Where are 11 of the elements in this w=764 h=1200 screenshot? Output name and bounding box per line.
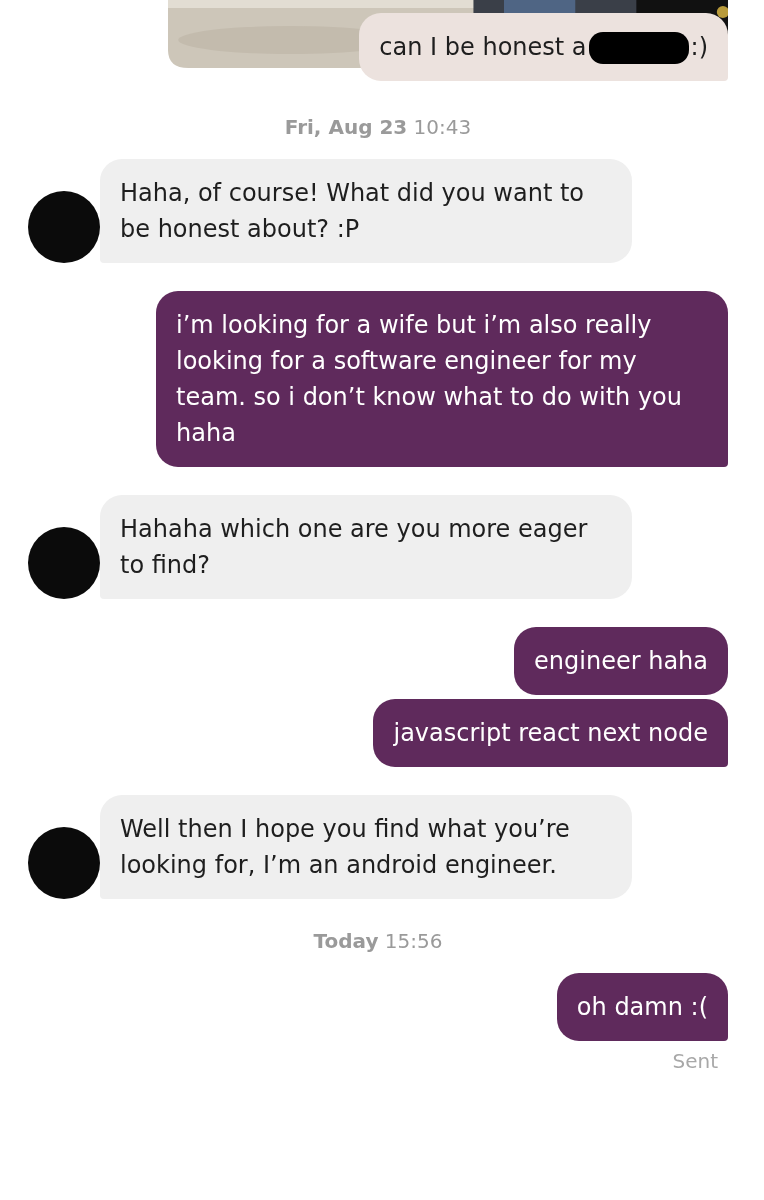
message-bubble: can I be honest a :) [359,13,728,81]
message-bubble: Hahaha which one are you more eager to find? [100,495,632,599]
message-bubble: Well then I hope you find what you’re looking for, I’m an android engineer. [100,795,632,899]
timestamp: Fri, Aug 23 10:43 [284,115,472,139]
message-bubble: oh damn :( [556,973,728,1041]
status-text: Sent [672,1049,718,1073]
message-bubble: Haha, of course! What did you want to be honest about? :P [100,159,632,263]
message-bubble: i’m looking for a wife but i’m also really looking for a software engineer for my team. so i don’t know what to do with you haha [156,291,728,467]
message-bubble: engineer haha [514,627,728,695]
timestamp: Today 15:56 [313,929,443,953]
message-bubble: javascript react next node [373,699,728,767]
